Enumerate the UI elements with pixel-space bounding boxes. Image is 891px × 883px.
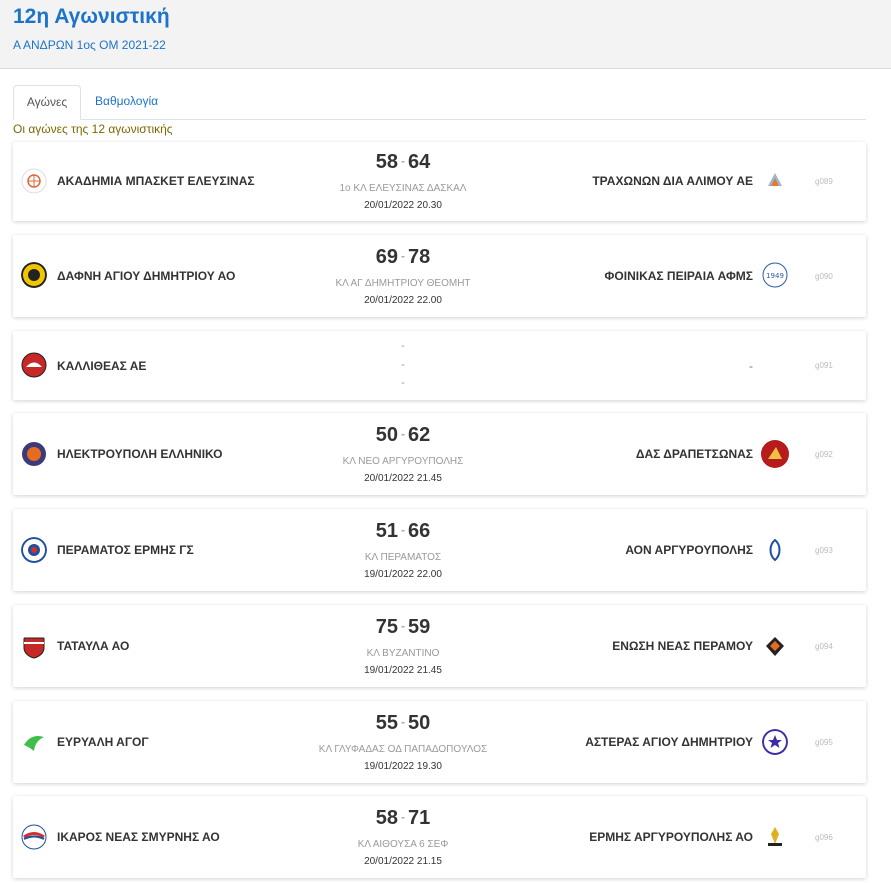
round-caption: Οι αγώνες της 12 αγωνιστικής	[13, 122, 173, 136]
main-content: Αγώνες Βαθμολογία Οι αγώνες της 12 αγωνι…	[0, 69, 891, 883]
home-team-name[interactable]: ΔΑΦΝΗ ΑΓΙΟΥ ΔΗΜΗΤΡΙΟΥ ΑΟ	[57, 269, 235, 283]
away-score: 64	[408, 151, 431, 173]
match-score: 58-71	[375, 807, 431, 829]
match-card[interactable]: ΑΚΑΔΗΜΙΑ ΜΠΑΣΚΕΤ ΕΛΕΥΣΙΝΑΣ 58-64 1ο ΚΛ Ε…	[13, 142, 866, 221]
away-score: 50	[408, 712, 431, 734]
match-datetime: 19/01/2022 21.45	[364, 665, 442, 676]
team-logo-icon	[763, 538, 787, 562]
home-team-name[interactable]: ΗΛΕΚΤΡΟΥΠΟΛΗ ΕΛΛΗΝΙΚΟ	[57, 447, 223, 461]
match-code: g091	[815, 361, 833, 370]
home-team-name[interactable]: ΠΕΡΑΜΑΤΟΣ ΕΡΜΗΣ ΓΣ	[57, 543, 194, 557]
match-score: 55-50	[375, 712, 431, 734]
match-venue: ΚΛ ΑΙΘΟΥΣΑ 6 ΣΕΦ	[357, 839, 449, 850]
home-team-name[interactable]: ΤΑΤΑΥΛΑ ΑΟ	[57, 639, 129, 653]
home-score: 58	[375, 151, 398, 173]
team-logo-icon	[762, 729, 788, 755]
match-code: g096	[815, 833, 833, 842]
svg-text:1949: 1949	[766, 272, 784, 280]
page-header: 12η Αγωνιστική Α ΑΝΔΡΩΝ 1ος ΟΜ 2021-22	[0, 0, 891, 69]
tab-matches[interactable]: Αγώνες	[13, 85, 81, 120]
match-venue: ΚΛ ΝΕΟ ΑΡΓΥΡΟΥΠΟΛΗΣ	[342, 456, 464, 467]
match-code: g092	[815, 450, 833, 459]
match-venue: 1ο ΚΛ ΕΛΕΥΣΙΝΑΣ ΔΑΣΚΑΛ	[339, 183, 467, 194]
team-logo-icon	[24, 736, 44, 751]
match-datetime: 19/01/2022 22.00	[364, 569, 442, 580]
team-logo-icon	[21, 262, 47, 288]
away-score: 78	[408, 246, 431, 268]
match-card[interactable]: ΕΥΡΥΑΛΗ ΑΓΟΓ 55-50 ΚΛ ΓΛΥΦΑΔΑΣ ΟΔ ΠΑΠΑΔΟ…	[13, 701, 866, 783]
away-score: 59	[408, 616, 431, 638]
team-logo-icon	[21, 352, 47, 378]
match-card[interactable]: ΗΛΕΚΤΡΟΥΠΟΛΗ ΕΛΛΗΝΙΚΟ 50-62 ΚΛ ΝΕΟ ΑΡΓΥΡ…	[13, 413, 866, 495]
team-logo-icon	[23, 637, 45, 659]
away-team-name[interactable]: ΑΟΝ ΑΡΓΥΡΟΥΠΟΛΗΣ	[625, 543, 753, 557]
match-code: g094	[815, 642, 833, 651]
away-team-name[interactable]: ΕΝΩΣΗ ΝΕΑΣ ΠΕΡΑΜΟΥ	[612, 639, 753, 653]
match-card[interactable]: ΠΕΡΑΜΑΤΟΣ ΕΡΜΗΣ ΓΣ 51-66 ΚΛ ΠΕΡΑΜΑΤΟΣ 19…	[13, 509, 866, 591]
home-score: 58	[375, 807, 398, 829]
team-logo-icon	[21, 824, 47, 850]
away-team-name[interactable]: ΔΑΣ ΔΡΑΠΕΤΣΩΝΑΣ	[636, 447, 753, 461]
match-code: g095	[815, 738, 833, 747]
team-logo-icon	[761, 440, 789, 468]
match-code: g093	[815, 546, 833, 555]
tab-bar: Αγώνες Βαθμολογία	[13, 85, 866, 120]
team-logo-icon	[21, 168, 47, 194]
match-card[interactable]: ΙΚΑΡΟΣ ΝΕΑΣ ΣΜΥΡΝΗΣ ΑΟ 58-71 ΚΛ ΑΙΘΟΥΣΑ …	[13, 796, 866, 878]
team-logo-icon: 1949	[762, 262, 788, 288]
team-logo-icon	[766, 637, 784, 656]
match-datetime: 20/01/2022 20.30	[364, 200, 442, 211]
home-team-name[interactable]: ΚΑΛΛΙΘΕΑΣ ΑΕ	[57, 359, 146, 373]
team-logo-icon	[21, 537, 47, 563]
away-team-name[interactable]: ΤΡΑΧΩΝΩΝ ΔΙΑ ΑΛΙΜΟΥ ΑΕ	[592, 174, 753, 188]
team-logo-icon	[22, 442, 46, 466]
home-team-name[interactable]: ΙΚΑΡΟΣ ΝΕΑΣ ΣΜΥΡΝΗΣ ΑΟ	[57, 830, 220, 844]
home-score: 75	[375, 616, 398, 638]
away-team-name[interactable]: ΑΣΤΕΡΑΣ ΑΓΙΟΥ ΔΗΜΗΤΡΙΟΥ	[585, 735, 753, 749]
venue-placeholder: -	[401, 359, 405, 371]
home-score: 51	[375, 520, 398, 542]
match-venue: ΚΛ ΠΕΡΑΜΑΤΟΣ	[364, 552, 442, 563]
match-datetime: 19/01/2022 19.30	[364, 761, 442, 772]
home-team-name[interactable]: ΑΚΑΔΗΜΙΑ ΜΠΑΣΚΕΤ ΕΛΕΥΣΙΝΑΣ	[57, 174, 255, 188]
tab-standings[interactable]: Βαθμολογία	[83, 85, 170, 118]
match-card[interactable]: ΚΑΛΛΙΘΕΑΣ ΑΕ - - - - g091	[13, 331, 866, 400]
match-card[interactable]: ΤΑΤΑΥΛΑ ΑΟ 75-59 ΚΛ ΒΥΖΑΝΤΙΝΟ 19/01/2022…	[13, 605, 866, 687]
away-score: 62	[408, 424, 431, 446]
match-venue: ΚΛ ΑΓ ΔΗΜΗΤΡΙΟΥ ΘΕΟΜΗΤ	[335, 278, 471, 289]
team-logo-icon	[763, 169, 787, 193]
home-score: 69	[375, 246, 398, 268]
match-datetime: 20/01/2022 21.15	[364, 856, 442, 867]
match-datetime: 20/01/2022 22.00	[364, 295, 442, 306]
match-venue: ΚΛ ΓΛΥΦΑΔΑΣ ΟΔ ΠΑΠΑΔΟΠΟΥΛΟΣ	[318, 744, 488, 755]
away-team-name[interactable]: ΕΡΜΗΣ ΑΡΓΥΡΟΥΠΟΛΗΣ ΑΟ	[589, 830, 753, 844]
away-score: 66	[408, 520, 431, 542]
away-team-name[interactable]: ΦΟΙΝΙΚΑΣ ΠΕΙΡΑΙΑ ΑΦΜΣ	[605, 269, 753, 283]
match-code: g090	[815, 272, 833, 281]
page-title: 12η Αγωνιστική	[13, 5, 170, 28]
match-score: 51-66	[375, 520, 431, 542]
match-card[interactable]: ΔΑΦΝΗ ΑΓΙΟΥ ΔΗΜΗΤΡΙΟΥ ΑΟ 69-78 ΚΛ ΑΓ ΔΗΜ…	[13, 235, 866, 317]
home-team-name[interactable]: ΕΥΡΥΑΛΗ ΑΓΟΓ	[57, 735, 149, 749]
match-datetime: 20/01/2022 21.45	[364, 473, 442, 484]
match-score: 58-64	[375, 151, 431, 173]
home-score: 55	[375, 712, 398, 734]
away-score: 71	[408, 807, 431, 829]
match-score: 75-59	[375, 616, 431, 638]
datetime-placeholder: -	[401, 377, 405, 389]
home-score: 50	[375, 424, 398, 446]
competition-subtitle[interactable]: Α ΑΝΔΡΩΝ 1ος ΟΜ 2021-22	[13, 38, 166, 52]
score-placeholder: -	[401, 340, 405, 352]
team-logo-icon	[763, 825, 787, 849]
away-team-placeholder: -	[749, 359, 753, 373]
match-venue: ΚΛ ΒΥΖΑΝΤΙΝΟ	[366, 648, 440, 659]
match-score: 50-62	[375, 424, 431, 446]
match-score: 69-78	[375, 246, 431, 268]
match-code: g089	[815, 177, 833, 186]
